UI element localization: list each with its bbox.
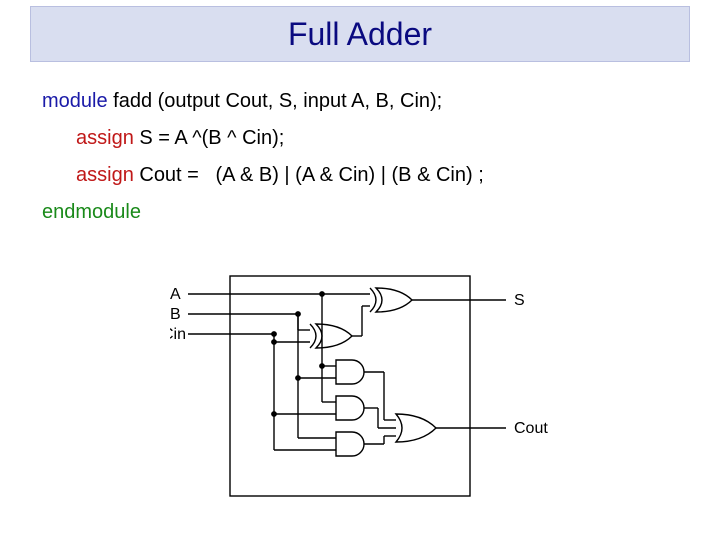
code-block: module fadd (output Cout, S, input A, B,…	[42, 78, 484, 236]
and-gate-icon	[336, 432, 364, 456]
assign-s-expr: S = A ^(B ^ Cin);	[134, 127, 285, 149]
module-declaration: fadd (output Cout, S, input A, B, Cin);	[108, 90, 443, 112]
and-gate-icon	[336, 396, 364, 420]
xor-gate-icon	[370, 288, 412, 312]
code-line-endmodule: endmodule	[42, 199, 484, 226]
label-output-cout: Cout	[514, 420, 548, 437]
label-input-a: A	[170, 286, 181, 303]
code-line-assign-s: assign S = A ^(B ^ Cin);	[42, 125, 484, 152]
keyword-assign: assign	[76, 127, 134, 149]
code-line-assign-cout: assign Cout = (A & B) | (A & Cin) | (B &…	[42, 162, 484, 189]
keyword-endmodule: endmodule	[42, 201, 141, 223]
slide-title: Full Adder	[288, 16, 432, 53]
xor-gate-icon	[310, 324, 352, 348]
title-bar: Full Adder	[30, 6, 690, 62]
assign-cout-expr: Cout = (A & B) | (A & Cin) | (B & Cin) ;	[134, 164, 484, 186]
or-gate-icon	[396, 414, 436, 442]
label-output-s: S	[514, 292, 525, 309]
keyword-module: module	[42, 90, 108, 112]
and-gate-icon	[336, 360, 364, 384]
label-input-cin: Cin	[170, 326, 186, 343]
code-line-module: module fadd (output Cout, S, input A, B,…	[42, 88, 484, 115]
label-input-b: B	[170, 306, 181, 323]
keyword-assign: assign	[76, 164, 134, 186]
full-adder-schematic: A B Cin	[170, 270, 550, 510]
